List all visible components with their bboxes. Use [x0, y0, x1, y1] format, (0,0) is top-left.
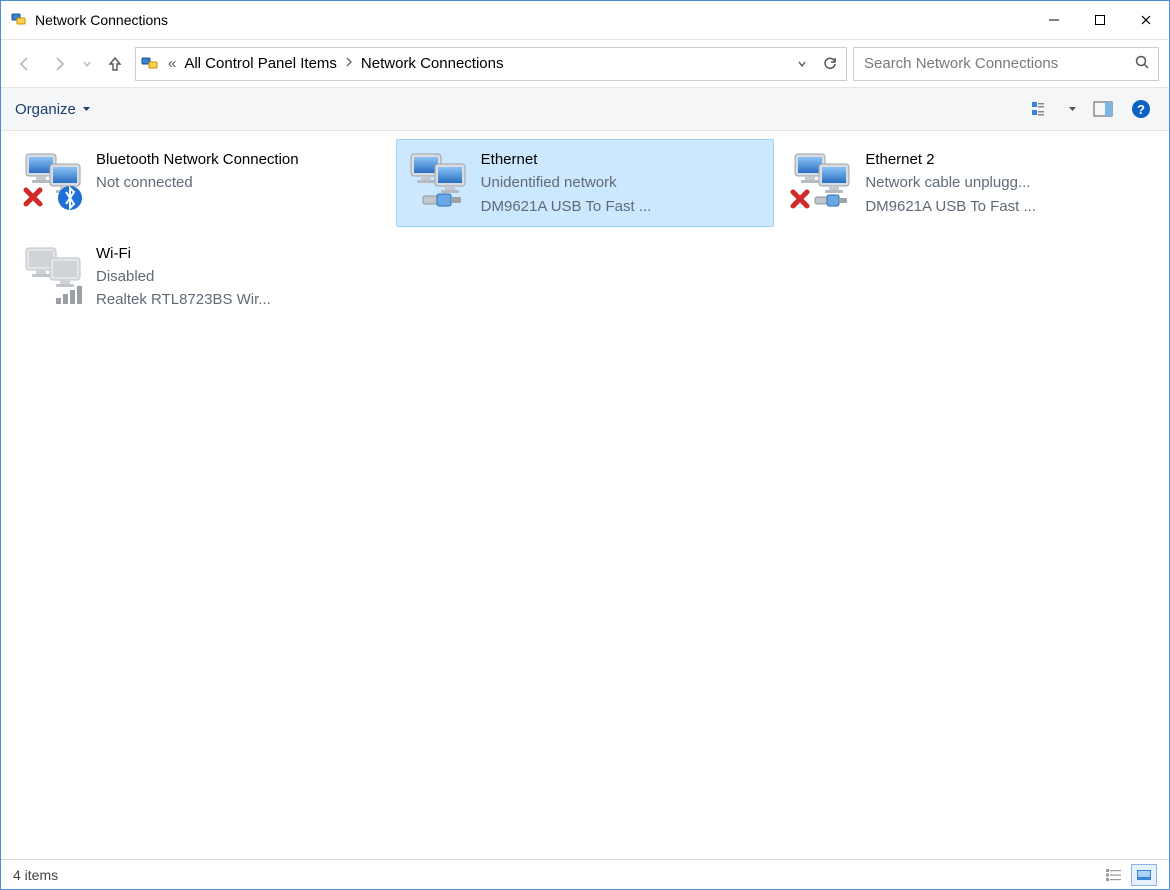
connection-name: Ethernet 2	[865, 148, 1150, 171]
view-options-dropdown[interactable]	[1065, 95, 1079, 123]
view-options-button[interactable]	[1027, 95, 1055, 123]
search-input[interactable]	[862, 54, 1134, 73]
organize-label: Organize	[15, 101, 76, 118]
address-history-button[interactable]	[790, 48, 814, 80]
connection-name: Bluetooth Network Connection	[96, 148, 381, 171]
connection-detail: DM9621A USB To Fast ...	[481, 195, 766, 218]
status-bar: 4 items	[1, 859, 1169, 889]
network-icon	[405, 148, 475, 212]
help-button[interactable]: ?	[1127, 95, 1155, 123]
back-button[interactable]	[11, 50, 39, 78]
tiles-view-button[interactable]	[1131, 864, 1157, 886]
breadcrumb-sep-icon	[341, 55, 357, 72]
connection-item[interactable]: EthernetUnidentified networkDM9621A USB …	[396, 139, 775, 227]
breadcrumb-parent[interactable]: All Control Panel Items	[184, 55, 337, 72]
items-grid: Bluetooth Network ConnectionNot connecte…	[11, 139, 1159, 321]
network-icon	[20, 148, 90, 212]
connection-labels: Bluetooth Network ConnectionNot connecte…	[96, 148, 381, 195]
connection-item[interactable]: Wi-FiDisabledRealtek RTL8723BS Wir...	[11, 233, 390, 321]
connection-status: Network cable unplugg...	[865, 171, 1150, 194]
minimize-button[interactable]	[1031, 1, 1077, 39]
connection-name: Wi-Fi	[96, 242, 381, 265]
content-area[interactable]: Bluetooth Network ConnectionNot connecte…	[1, 131, 1169, 859]
search-icon[interactable]	[1134, 54, 1150, 74]
network-icon	[20, 242, 90, 306]
nav-row: « All Control Panel Items Network Connec…	[1, 40, 1169, 87]
connection-status: Disabled	[96, 265, 381, 288]
address-icon	[140, 54, 160, 74]
connection-labels: Ethernet 2Network cable unplugg...DM9621…	[865, 148, 1150, 218]
preview-pane-button[interactable]	[1089, 95, 1117, 123]
connection-status: Not connected	[96, 171, 381, 194]
breadcrumb-current[interactable]: Network Connections	[361, 55, 504, 72]
svg-text:?: ?	[1137, 102, 1145, 117]
chevron-down-icon	[82, 105, 91, 114]
refresh-button[interactable]	[818, 48, 842, 80]
maximize-button[interactable]	[1077, 1, 1123, 39]
close-button[interactable]	[1123, 1, 1169, 39]
connection-labels: Wi-FiDisabledRealtek RTL8723BS Wir...	[96, 242, 381, 312]
window: Network Connections	[0, 0, 1170, 890]
connection-status: Unidentified network	[481, 171, 766, 194]
forward-button[interactable]	[45, 50, 73, 78]
window-title: Network Connections	[35, 12, 168, 28]
recent-locations-button[interactable]	[79, 50, 95, 78]
item-count: 4 items	[13, 867, 58, 883]
address-bar[interactable]: « All Control Panel Items Network Connec…	[135, 47, 847, 81]
connection-detail: Realtek RTL8723BS Wir...	[96, 288, 381, 311]
connection-labels: EthernetUnidentified networkDM9621A USB …	[481, 148, 766, 218]
title-bar: Network Connections	[1, 1, 1169, 40]
organize-button[interactable]: Organize	[15, 101, 91, 118]
breadcrumb-overflow[interactable]: «	[164, 55, 180, 72]
connection-detail: DM9621A USB To Fast ...	[865, 195, 1150, 218]
network-icon	[789, 148, 859, 212]
connection-item[interactable]: Bluetooth Network ConnectionNot connecte…	[11, 139, 390, 227]
app-icon	[11, 12, 27, 28]
connection-item[interactable]: Ethernet 2Network cable unplugg...DM9621…	[780, 139, 1159, 227]
up-button[interactable]	[101, 50, 129, 78]
details-view-button[interactable]	[1101, 864, 1127, 886]
command-bar: Organize ?	[1, 87, 1169, 131]
connection-name: Ethernet	[481, 148, 766, 171]
search-box[interactable]	[853, 47, 1159, 81]
